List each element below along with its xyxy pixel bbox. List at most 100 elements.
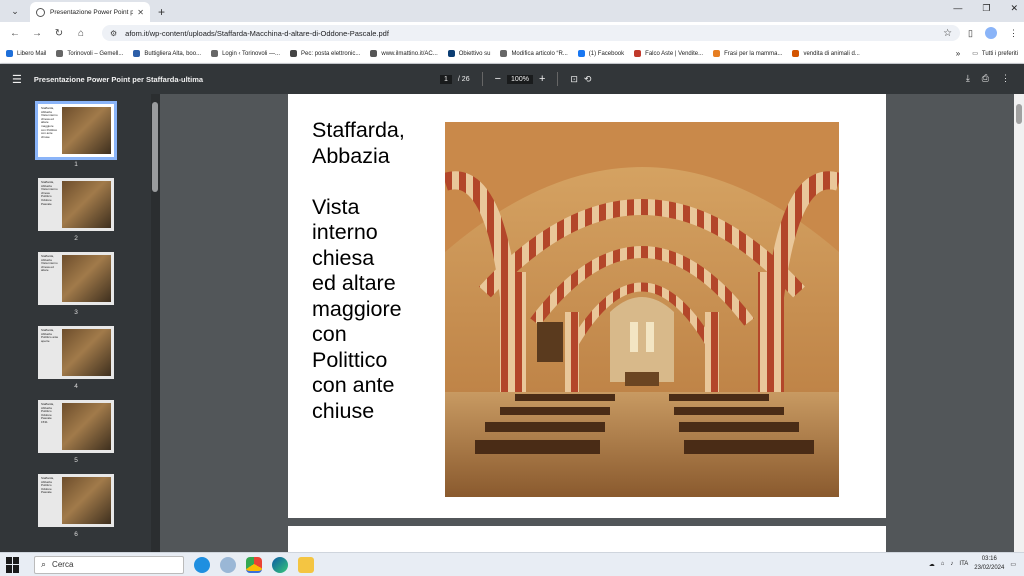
zoom-in-icon[interactable]: +	[539, 73, 545, 85]
zoom-level-input[interactable]: 100%	[507, 74, 533, 84]
bookmark-favicon-icon	[792, 50, 800, 57]
network-icon[interactable]: ⌂	[941, 561, 945, 567]
bookmark-item[interactable]: Modifica articolo “R...	[500, 50, 568, 57]
thumbnail-sidebar: Staffarda, Abbazia Vista interno chiesa …	[0, 94, 160, 552]
address-bar[interactable]: ⚙ afom.it/wp-content/uploads/Staffarda-M…	[102, 25, 961, 41]
bookmark-item[interactable]: Torinovoli – Gemell...	[56, 50, 123, 57]
print-icon[interactable]: ⎙	[982, 73, 989, 84]
bookmark-item[interactable]: Frasi per la mamma...	[713, 50, 782, 57]
page-thumbnail[interactable]: Staffarda, Abbazia Vista interno chiesa …	[38, 178, 114, 242]
page-thumbnail[interactable]: Staffarda, Abbazia Polittico Oddone Pasc…	[38, 474, 114, 538]
bookmark-favicon-icon	[56, 50, 64, 57]
forward-arrow-icon[interactable]: →	[28, 28, 46, 39]
back-arrow-icon[interactable]: ←	[6, 28, 24, 39]
reload-icon[interactable]: ↻	[50, 28, 68, 39]
page-scroll-thumb[interactable]	[1016, 104, 1022, 124]
thumbnail-page-number: 1	[74, 161, 78, 168]
search-placeholder: Cerca	[52, 560, 74, 569]
thumbnail-preview: Staffarda, Abbazia Vista interno chiesa …	[38, 178, 114, 231]
thumbnail-text: Staffarda, Abbazia Vista interno chiesa …	[41, 180, 58, 206]
bookmark-label: vendita di animali d...	[803, 50, 860, 57]
bookmark-label: Obiettivo su	[458, 50, 491, 57]
bookmark-item[interactable]: Buttigliera Alta, boo...	[133, 50, 201, 57]
bookmark-item[interactable]: (1) Facebook	[577, 50, 625, 57]
taskbar-search-box[interactable]: ⌕ Cerca	[34, 555, 184, 574]
thumbnail-preview: Staffarda, Abbazia Vista interno chiesa …	[38, 252, 114, 305]
page-thumbnail[interactable]: Staffarda, Abbazia Vista interno chiesa …	[38, 252, 114, 316]
chrome-icon[interactable]	[246, 556, 262, 573]
page-thumbnail[interactable]: Staffarda, Abbazia Polittico Oddone Pasc…	[38, 400, 114, 464]
clock-time: 03:16	[981, 556, 997, 562]
bookmark-item[interactable]: www.ilmattino.it/AC...	[370, 50, 438, 57]
new-tab-button[interactable]: +	[158, 5, 165, 19]
edge-icon[interactable]	[272, 556, 288, 573]
page-scrollbar[interactable]	[1014, 94, 1024, 552]
zoom-out-icon[interactable]: −	[495, 73, 501, 85]
bookmark-label: (1) Facebook	[588, 50, 625, 57]
site-info-icon[interactable]: ⚙	[110, 29, 117, 38]
page-number-input[interactable]: 1	[440, 74, 452, 84]
language-indicator[interactable]: ITA	[959, 561, 968, 567]
toolbar-divider	[481, 72, 483, 86]
all-bookmarks-folder[interactable]: ▭ Tutti i preferiti	[972, 50, 1018, 58]
menu-kebab-icon[interactable]: ⋮	[1009, 28, 1018, 39]
bookmark-favicon-icon	[634, 50, 642, 57]
folder-icon: ▭	[972, 51, 978, 57]
sidebar-scroll-thumb[interactable]	[152, 102, 158, 192]
bookmark-item[interactable]: vendita di animali d...	[792, 50, 860, 57]
brush-app-icon[interactable]	[220, 556, 236, 573]
bookmark-label: Torinovoli – Gemell...	[67, 50, 124, 57]
thumbnail-page-number: 5	[74, 457, 78, 464]
bookmark-item[interactable]: Falco Aste | Vendite...	[634, 50, 703, 57]
search-icon: ⌕	[41, 559, 47, 569]
thumbnail-photo	[62, 107, 111, 154]
browser-tab-strip: ⌄ Presentazione Power Point per ... ✕ + …	[0, 0, 1024, 22]
browser-toolbar: ← → ↻ ⌂ ⚙ afom.it/wp-content/uploads/Sta…	[0, 22, 1024, 44]
bookmark-favicon-icon	[211, 50, 219, 57]
page-thumbnail[interactable]: Staffarda, Abbazia Vista interno chiesa …	[35, 101, 117, 168]
thumbnail-photo	[62, 329, 111, 376]
bookmark-item[interactable]: Login ‹ Torinovoli —...	[211, 50, 280, 57]
thumbnail-page-number: 4	[74, 383, 78, 390]
restore-icon[interactable]: ❐	[982, 3, 990, 14]
notification-icon[interactable]: ▭	[1010, 561, 1016, 568]
tab-close-icon[interactable]: ✕	[137, 8, 144, 17]
profile-avatar[interactable]	[985, 27, 997, 39]
volume-icon[interactable]: ♪	[950, 561, 953, 567]
rotate-icon[interactable]: ⟲	[584, 74, 592, 85]
edge-like-app-icon[interactable]	[194, 556, 210, 573]
bookmarks-overflow-button[interactable]: »	[956, 49, 960, 58]
tab-search-button[interactable]: ⌄	[6, 2, 24, 20]
more-options-icon[interactable]: ⋮	[1001, 73, 1010, 84]
thumbnail-text: Staffarda, Abbazia Polittico ante aperte	[41, 328, 59, 343]
page-thumbnail[interactable]: Staffarda, Abbazia Polittico ante aperte…	[38, 326, 114, 390]
windows-start-icon[interactable]	[6, 556, 22, 573]
bookmark-item[interactable]: Pec: posta elettronic...	[290, 50, 360, 57]
download-icon[interactable]: ⤓	[966, 73, 970, 84]
pdf-toolbar: ☰ Presentazione Power Point per Staffard…	[0, 64, 1024, 94]
sidebar-scrollbar[interactable]	[151, 94, 160, 552]
weather-icon[interactable]: ☁	[929, 561, 935, 568]
thumbnail-photo	[62, 181, 111, 228]
file-explorer-icon[interactable]	[298, 556, 314, 573]
clock-date: 23/02/2024	[974, 565, 1005, 571]
pdf-viewer: Staffarda, Abbazia Vista interno chiesa …	[0, 94, 1024, 552]
browser-tab-active[interactable]: Presentazione Power Point per ... ✕	[30, 2, 150, 22]
minimize-icon[interactable]: —	[953, 3, 962, 14]
bookmark-label: Pec: posta elettronic...	[301, 50, 361, 57]
bookmark-item[interactable]: Obiettivo su	[447, 50, 491, 57]
close-window-icon[interactable]: ✕	[1010, 3, 1018, 14]
bookmark-star-icon[interactable]: ☆	[943, 28, 952, 39]
tab-title: Presentazione Power Point per ...	[50, 8, 134, 16]
pdf-page-2	[288, 526, 886, 552]
home-icon[interactable]: ⌂	[72, 28, 90, 39]
bookmark-favicon-icon	[447, 50, 455, 57]
thumbnail-text: Staffarda, Abbazia Vista interno chiesa …	[41, 254, 58, 273]
fit-page-icon[interactable]: ⊡	[570, 74, 578, 85]
clock[interactable]: 03:16 23/02/2024	[974, 555, 1004, 573]
bookmark-item[interactable]: Libero Mail	[6, 50, 46, 57]
hamburger-menu-icon[interactable]: ☰	[12, 73, 22, 86]
church-interior-photo	[445, 122, 839, 497]
thumbnail-photo	[62, 477, 111, 524]
side-panel-icon[interactable]: ▯	[968, 28, 973, 39]
